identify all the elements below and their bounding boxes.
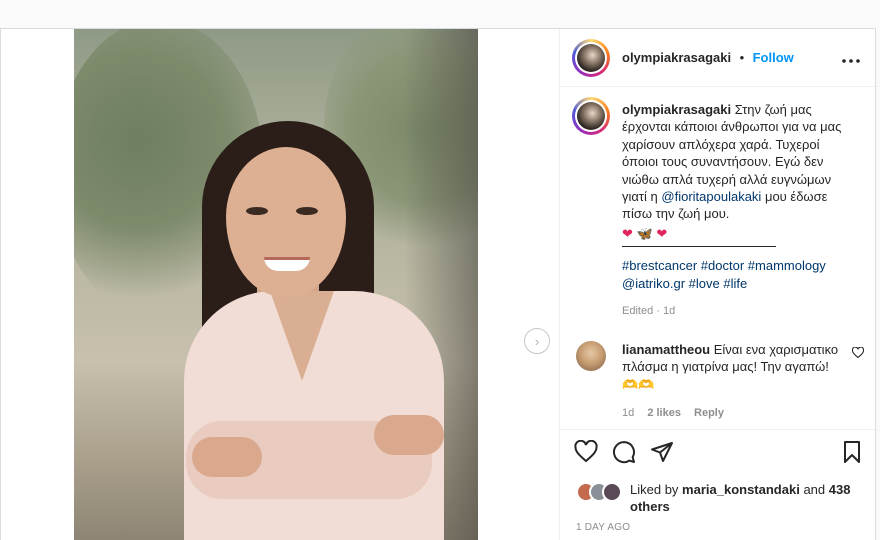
- commenter-avatar[interactable]: [576, 341, 606, 371]
- heart-emoji: ❤: [622, 225, 633, 241]
- author-username[interactable]: olympiakrasagaki: [622, 50, 731, 65]
- liker-avatars[interactable]: [576, 482, 624, 502]
- person-hand: [374, 415, 444, 455]
- header-text: olympiakrasagaki • Follow: [622, 49, 794, 67]
- person-face: [226, 147, 346, 297]
- heart-emoji: ❤: [656, 225, 668, 241]
- caption-divider: [622, 246, 776, 248]
- post-sidebar: olympiakrasagaki • Follow olympiakrasaga…: [559, 29, 878, 540]
- comment-icon[interactable]: [612, 440, 636, 464]
- post-timestamp[interactable]: 1 DAY AGO: [576, 522, 630, 533]
- post-media: ›: [1, 29, 559, 540]
- person-smile: [264, 257, 310, 271]
- commenter-username[interactable]: lianamattheou: [622, 342, 710, 357]
- caption-hashtags: #brestcancer #doctor #mammology @iatriko…: [622, 257, 850, 292]
- comment-time: 1d: [622, 407, 635, 419]
- post-header: olympiakrasagaki • Follow: [560, 29, 878, 87]
- edited-label: Edited · 1d: [622, 305, 676, 317]
- hashtag-link[interactable]: #mammology: [748, 258, 826, 273]
- separator-dot: •: [739, 50, 745, 65]
- next-photo-button[interactable]: ›: [524, 328, 550, 354]
- mention-link[interactable]: @iatriko.gr: [622, 276, 685, 291]
- hashtag-link[interactable]: #love: [689, 276, 720, 291]
- browser-top-area: [0, 0, 880, 28]
- hashtag-link[interactable]: #doctor: [701, 258, 744, 273]
- post-actions: Liked by maria_konstandaki and 438 other…: [560, 429, 878, 540]
- caption-author-avatar[interactable]: [572, 97, 610, 135]
- author-avatar[interactable]: [572, 39, 610, 77]
- reply-button[interactable]: Reply: [694, 407, 724, 419]
- chevron-right-icon: ›: [534, 333, 540, 349]
- liked-by-and: and: [803, 482, 826, 497]
- like-comment-icon[interactable]: [851, 346, 865, 361]
- comment-likes[interactable]: 2 likes: [647, 407, 681, 419]
- post-caption: olympiakrasagaki Στην ζωή μας έρχονται κ…: [622, 101, 850, 292]
- follow-button[interactable]: Follow: [753, 50, 794, 65]
- person-hand: [192, 437, 262, 477]
- liked-by-user[interactable]: maria_konstandaki: [682, 482, 800, 497]
- heart-icon[interactable]: [574, 439, 598, 464]
- person-robe-neckline: [270, 291, 334, 381]
- bookmark-icon[interactable]: [840, 440, 864, 464]
- caption-emojis: ❤ 🦋 ❤: [622, 225, 850, 242]
- share-icon[interactable]: [650, 440, 674, 464]
- person-eye: [296, 207, 318, 215]
- more-options-icon[interactable]: [842, 47, 860, 68]
- person-eye: [246, 207, 268, 215]
- hashtag-link[interactable]: #brestcancer: [622, 258, 697, 273]
- comment-meta: 1d 2 likes Reply: [622, 407, 724, 419]
- caption-mention-link[interactable]: @fioritapoulakaki: [661, 189, 761, 204]
- butterfly-emoji: 🦋: [636, 225, 653, 241]
- liker-avatar: [602, 482, 622, 502]
- liked-by-prefix: Liked by: [630, 482, 679, 497]
- post-photo[interactable]: [74, 29, 478, 540]
- comment: lianamattheou Είναι ενα χαρισματικο πλάσ…: [622, 341, 842, 393]
- caption-author-username[interactable]: olympiakrasagaki: [622, 102, 731, 117]
- liked-by-text: Liked by maria_konstandaki and 438 other…: [630, 481, 870, 515]
- hashtag-link[interactable]: #life: [723, 276, 747, 291]
- post-container: › olympiakrasagaki • Follow olympiakrasa…: [0, 28, 878, 540]
